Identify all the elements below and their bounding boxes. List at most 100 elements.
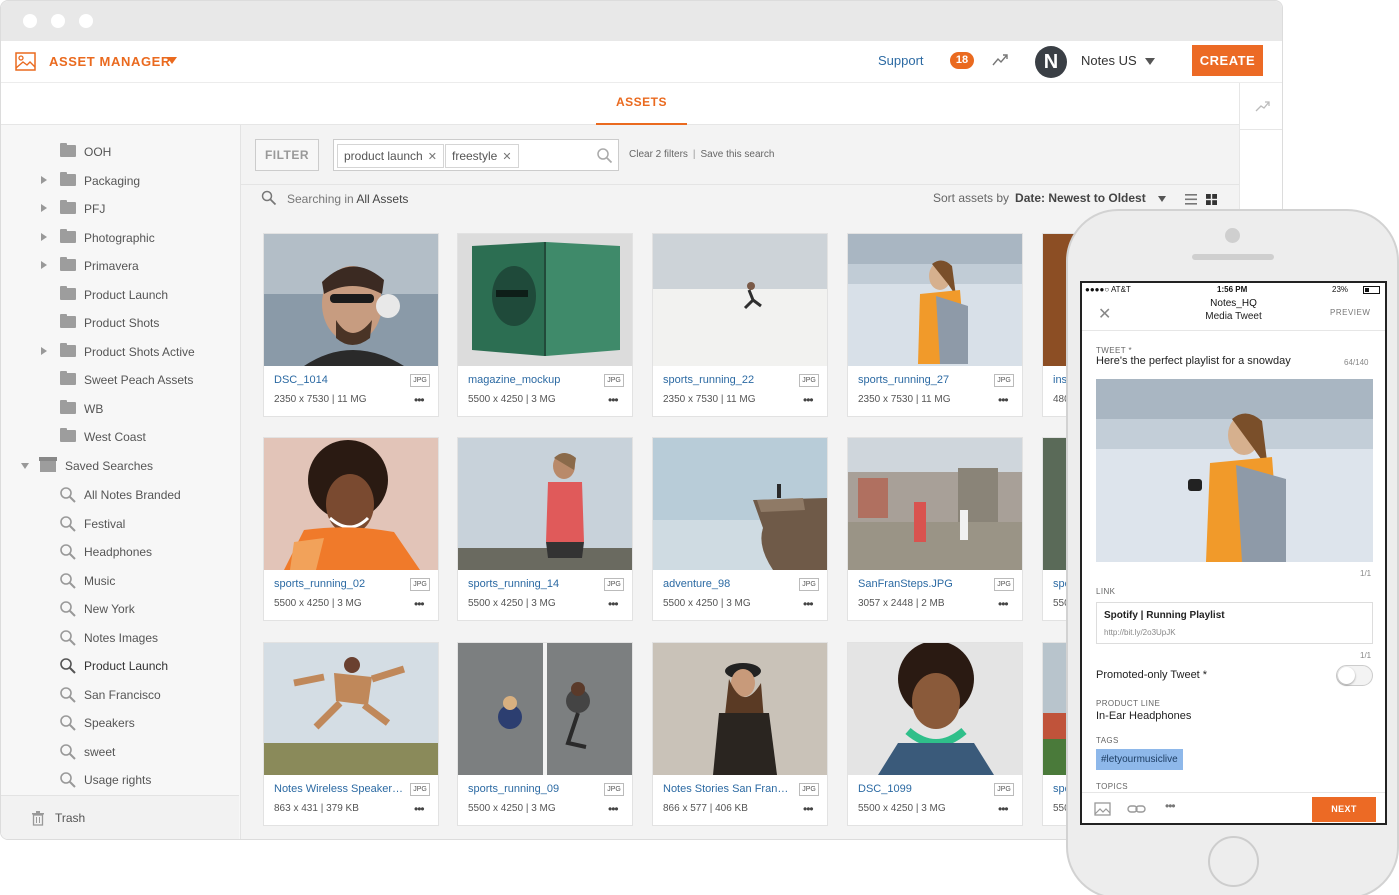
tweet-media-image[interactable] (1096, 379, 1373, 562)
asset-name[interactable]: sports_running_14 (468, 578, 598, 590)
asset-thumbnail[interactable] (458, 234, 632, 366)
filter-chip[interactable]: product launch ✕ (337, 144, 444, 168)
sidebar-folder-sweet-peach[interactable]: Sweet Peach Assets (1, 371, 239, 391)
expand-arrow-icon[interactable] (41, 347, 47, 355)
asset-name[interactable]: sports_running_02 (274, 578, 404, 590)
more-options-icon[interactable]: ••• (608, 393, 619, 407)
list-view-icon[interactable] (1185, 194, 1197, 205)
asset-thumbnail[interactable] (458, 643, 632, 775)
save-search-link[interactable]: Save this search (701, 149, 775, 160)
asset-name[interactable]: magazine_mockup (468, 374, 598, 386)
sidebar-trash[interactable]: Trash (1, 795, 239, 839)
account-avatar[interactable]: N (1035, 46, 1067, 78)
expand-arrow-icon[interactable] (41, 204, 47, 212)
asset-thumbnail[interactable] (264, 643, 438, 775)
asset-name[interactable]: Notes Stories San Francis... (663, 783, 793, 795)
app-switcher-caret-icon[interactable] (167, 57, 177, 64)
more-options-icon[interactable]: ••• (998, 393, 1009, 407)
sidebar-folder-ooh[interactable]: OOH (1, 143, 239, 163)
asset-card[interactable]: DSC_1014 JPG 2350 x 7530 | 11 MG ••• (263, 233, 439, 417)
sidebar-folder-pfj[interactable]: PFJ (1, 200, 239, 220)
window-dot-minimize[interactable] (51, 14, 65, 28)
window-dot-maximize[interactable] (79, 14, 93, 28)
more-options-icon[interactable]: ••• (803, 802, 814, 816)
asset-card[interactable]: Notes Stories San Francis... JPG 866 x 5… (652, 642, 828, 826)
asset-thumbnail[interactable] (653, 438, 827, 570)
saved-search-item[interactable]: Festival (1, 515, 239, 535)
more-options-icon[interactable]: ••• (414, 597, 425, 611)
asset-card[interactable]: sports_running_27 JPG 2350 x 7530 | 11 M… (847, 233, 1023, 417)
app-title[interactable]: ASSET MANAGER (49, 54, 171, 69)
sidebar-folder-west-coast[interactable]: West Coast (1, 428, 239, 448)
saved-search-item[interactable]: Notes Images (1, 629, 239, 649)
asset-card[interactable]: SanFranSteps.JPG JPG 3057 x 2448 | 2 MB … (847, 437, 1023, 621)
sort-value[interactable]: Date: Newest to Oldest (1015, 191, 1146, 205)
sidebar-folder-primavera[interactable]: Primavera (1, 257, 239, 277)
promoted-only-toggle[interactable] (1336, 665, 1373, 686)
support-link[interactable]: Support (878, 53, 924, 68)
more-options-icon[interactable]: ••• (998, 597, 1009, 611)
account-menu-caret-icon[interactable] (1145, 58, 1155, 65)
asset-thumbnail[interactable] (848, 438, 1022, 570)
sidebar-folder-photographic[interactable]: Photographic (1, 229, 239, 249)
tag-chip[interactable]: #letyourmusiclive (1096, 749, 1183, 770)
asset-card[interactable]: DSC_1099 JPG 5500 x 4250 | 3 MG ••• (847, 642, 1023, 826)
asset-thumbnail[interactable] (653, 234, 827, 366)
expand-arrow-icon[interactable] (41, 176, 47, 184)
asset-name[interactable]: sports_running_27 (858, 374, 988, 386)
grid-view-icon[interactable] (1206, 194, 1217, 205)
asset-card[interactable]: sports_running_02 JPG 5500 x 4250 | 3 MG… (263, 437, 439, 621)
sidebar-folder-wb[interactable]: WB (1, 400, 239, 420)
asset-name[interactable]: DSC_1099 (858, 783, 988, 795)
asset-card[interactable]: sports_running_22 JPG 2350 x 7530 | 11 M… (652, 233, 828, 417)
search-scope-value[interactable]: All Assets (356, 192, 408, 206)
asset-thumbnail[interactable] (848, 643, 1022, 775)
image-icon[interactable] (1094, 802, 1111, 816)
filter-search-input[interactable]: product launch ✕ freestyle ✕ (333, 139, 619, 171)
saved-search-item[interactable]: Usage rights (1, 771, 239, 791)
asset-name[interactable]: Notes Wireless Speaker(e... (274, 783, 404, 795)
product-line-value[interactable]: In-Ear Headphones (1096, 710, 1191, 722)
window-dot-close[interactable] (23, 14, 37, 28)
more-options-icon[interactable]: ••• (608, 802, 619, 816)
notification-badge[interactable]: 18 (950, 52, 974, 69)
sidebar-saved-searches[interactable]: Saved Searches (1, 457, 239, 477)
more-options-icon[interactable]: ••• (608, 597, 619, 611)
phone-home-button[interactable] (1208, 836, 1259, 887)
asset-card[interactable]: sports_running_14 JPG 5500 x 4250 | 3 MG… (457, 437, 633, 621)
asset-thumbnail[interactable] (848, 234, 1022, 366)
more-options-icon[interactable]: ••• (803, 393, 814, 407)
asset-card[interactable]: Notes Wireless Speaker(e... JPG 863 x 43… (263, 642, 439, 826)
asset-card[interactable]: adventure_98 JPG 5500 x 4250 | 3 MG ••• (652, 437, 828, 621)
asset-name[interactable]: DSC_1014 (274, 374, 404, 386)
tab-assets[interactable]: ASSETS (596, 83, 687, 125)
asset-thumbnail[interactable] (458, 438, 632, 570)
sort-caret-icon[interactable] (1158, 196, 1166, 202)
sidebar-folder-packaging[interactable]: Packaging (1, 172, 239, 192)
expand-arrow-icon[interactable] (41, 261, 47, 269)
collapse-arrow-icon[interactable] (21, 463, 29, 469)
more-options-icon[interactable]: ••• (1165, 799, 1176, 813)
account-name[interactable]: Notes US (1081, 53, 1137, 68)
filter-button[interactable]: FILTER (255, 139, 319, 171)
saved-search-item[interactable]: Speakers (1, 714, 239, 734)
saved-search-item[interactable]: San Francisco (1, 686, 239, 706)
asset-thumbnail[interactable] (264, 234, 438, 366)
asset-name[interactable]: sports_running_09 (468, 783, 598, 795)
more-options-icon[interactable]: ••• (998, 802, 1009, 816)
asset-name[interactable]: sports_running_22 (663, 374, 793, 386)
link-card[interactable]: Spotify | Running Playlist http://bit.ly… (1096, 602, 1373, 644)
trending-rail-icon[interactable] (1255, 100, 1271, 113)
tweet-text-input[interactable]: Here's the perfect playlist for a snowda… (1096, 355, 1291, 367)
asset-thumbnail[interactable] (264, 438, 438, 570)
expand-arrow-icon[interactable] (41, 233, 47, 241)
saved-search-item[interactable]: sweet (1, 743, 239, 763)
remove-chip-icon[interactable]: ✕ (428, 151, 437, 163)
saved-search-item[interactable]: All Notes Branded (1, 486, 239, 506)
preview-button[interactable]: PREVIEW (1330, 308, 1370, 317)
saved-search-item[interactable]: New York (1, 600, 239, 620)
more-options-icon[interactable]: ••• (414, 802, 425, 816)
sort-control[interactable]: Sort assets by Date: Newest to Oldest (933, 191, 1146, 205)
sidebar-folder-product-shots[interactable]: Product Shots (1, 314, 239, 334)
next-button[interactable]: NEXT (1312, 797, 1376, 822)
